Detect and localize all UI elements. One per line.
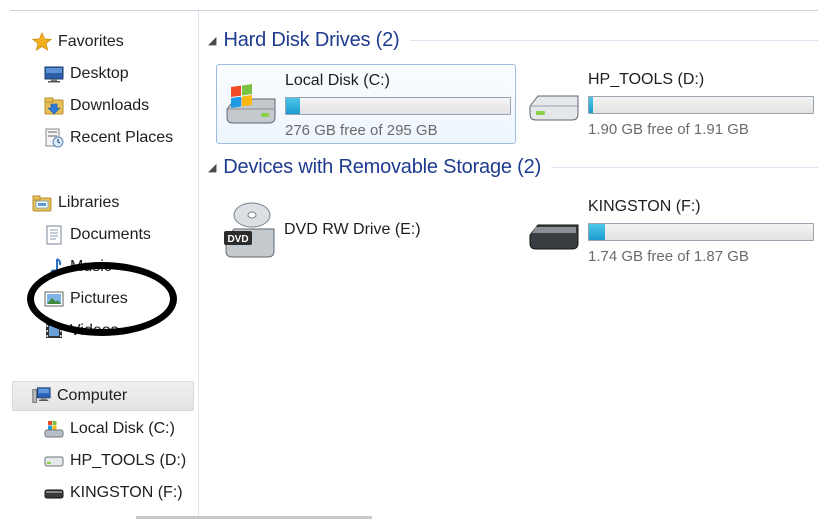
group-label: Hard Disk Drives (2) [223, 28, 400, 51]
drive-usage-fill [286, 98, 301, 114]
nav-computer[interactable]: Computer [12, 381, 194, 411]
nav-item-label: Downloads [70, 97, 150, 114]
nav-item-documents[interactable]: Documents [44, 222, 151, 248]
usb-drive-icon [44, 483, 64, 503]
drive-icon [44, 451, 64, 471]
group-header-hard-disks[interactable]: ◢ Hard Disk Drives (2) [200, 27, 818, 53]
star-icon [32, 32, 52, 52]
nav-item-recent-places[interactable]: Recent Places [44, 125, 173, 151]
highlight-circle-annotation [27, 262, 177, 336]
usb-drive-icon [526, 201, 582, 257]
drive-free-space: 276 GB free of 295 GB [285, 122, 438, 139]
content-pane: ◢ Hard Disk Drives (2) Local Disk (C:) 2… [200, 11, 818, 519]
drive-tile-e[interactable]: DVD DVD RW Drive (E:) [216, 191, 514, 269]
drive-usage-fill [589, 97, 594, 113]
drive-usage-fill [589, 224, 605, 240]
nav-item-label: Local Disk (C:) [70, 420, 175, 437]
dvd-drive-icon: DVD [222, 201, 278, 258]
nav-item-label: Documents [70, 226, 151, 243]
collapse-triangle-icon[interactable]: ◢ [208, 161, 223, 174]
drive-name: KINGSTON (F:) [588, 198, 701, 215]
libraries-icon [32, 193, 52, 213]
nav-item-label: Desktop [70, 65, 129, 82]
documents-icon [44, 225, 64, 245]
nav-item-local-disk[interactable]: Local Disk (C:) [44, 416, 175, 442]
drive-usage-bar [285, 97, 511, 115]
drive-name: HP_TOOLS (D:) [588, 71, 705, 88]
nav-computer-label: Computer [57, 387, 128, 404]
dvd-badge: DVD [227, 234, 248, 245]
drive-tile-f[interactable]: KINGSTON (F:) 1.74 GB free of 1.87 GB [520, 191, 818, 269]
drive-free-space: 1.90 GB free of 1.91 GB [588, 121, 749, 138]
nav-item-label: KINGSTON (F:) [70, 484, 183, 501]
nav-item-hp-tools[interactable]: HP_TOOLS (D:) [44, 448, 186, 474]
group-header-removable[interactable]: ◢ Devices with Removable Storage (2) [200, 154, 818, 180]
group-divider [551, 166, 818, 168]
desktop-icon [44, 64, 64, 84]
drive-name: DVD RW Drive (E:) [284, 221, 421, 238]
nav-favorites-label: Favorites [58, 33, 124, 50]
drive-icon [526, 74, 582, 130]
nav-item-downloads[interactable]: Downloads [44, 93, 149, 119]
downloads-folder-icon [44, 96, 64, 116]
nav-item-label: HP_TOOLS (D:) [70, 452, 187, 469]
group-divider [409, 39, 818, 41]
nav-libraries[interactable]: Libraries [32, 190, 119, 216]
computer-icon [31, 386, 51, 406]
local-disk-icon [44, 419, 64, 439]
collapse-triangle-icon[interactable]: ◢ [208, 34, 223, 47]
nav-libraries-label: Libraries [58, 194, 120, 211]
group-label: Devices with Removable Storage (2) [223, 155, 542, 178]
drive-name: Local Disk (C:) [285, 72, 390, 89]
drive-usage-bar [588, 96, 814, 114]
nav-item-desktop[interactable]: Desktop [44, 61, 129, 87]
recent-places-icon [44, 128, 64, 148]
drive-free-space: 1.74 GB free of 1.87 GB [588, 248, 749, 265]
drive-tile-c[interactable]: Local Disk (C:) 276 GB free of 295 GB [216, 64, 516, 144]
drive-tile-d[interactable]: HP_TOOLS (D:) 1.90 GB free of 1.91 GB [520, 64, 818, 142]
nav-item-kingston[interactable]: KINGSTON (F:) [44, 480, 183, 506]
nav-item-label: Recent Places [70, 129, 174, 146]
local-disk-icon [223, 75, 279, 131]
drive-usage-bar [588, 223, 814, 241]
nav-favorites[interactable]: Favorites [32, 29, 124, 55]
